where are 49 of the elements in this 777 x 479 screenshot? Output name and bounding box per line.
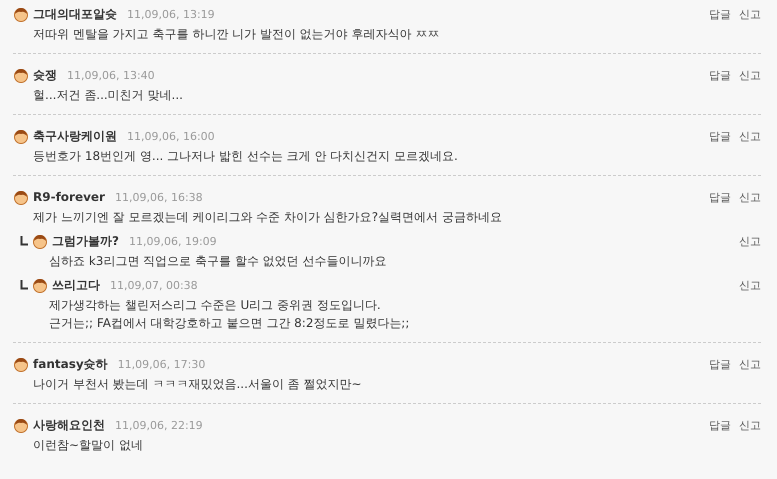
avatar-icon xyxy=(13,356,29,372)
comment-action-link[interactable]: 신고 xyxy=(739,190,761,204)
comment-action-link[interactable]: 답글 xyxy=(709,68,731,82)
avatar-icon xyxy=(13,67,29,83)
comment-date: 11,09,06, 16:38 xyxy=(114,190,203,204)
comment-date: 11,09,06, 16:00 xyxy=(127,130,215,142)
author-name[interactable]: R9-forever xyxy=(33,190,105,204)
comment-text: 헐...저건 좀...미친거 맞네... xyxy=(33,87,184,104)
comment-action-link[interactable]: 답글 xyxy=(709,418,731,432)
comment-action-link[interactable]: 답글 xyxy=(709,190,731,204)
author-name[interactable]: 사랑해요인천 xyxy=(33,416,105,434)
avatar-icon xyxy=(13,6,29,22)
comment-action-link[interactable]: 신고 xyxy=(739,128,761,144)
author-name[interactable]: 축구사랑케이원 xyxy=(33,128,117,144)
comment-text: 이런참~할말이 없네 xyxy=(33,437,144,454)
comment-action-link[interactable]: 신고 xyxy=(739,234,761,248)
comment-date: 11,09,06, 13:19 xyxy=(127,8,215,20)
author-name[interactable]: fantasy슛하 xyxy=(33,356,108,372)
comment-text: 근거는;; FA컵에서 대학강호하고 붙으면 그간 8:2정도로 밀렸다는;; xyxy=(49,315,410,332)
comment-action-link[interactable]: 신고 xyxy=(739,418,761,432)
comment-text: 제가 느끼기엔 잘 모르겠는데 케이리그와 수준 차이가 심한가요?실력면에서 궁금하네요 xyxy=(33,209,503,226)
comment-date: 11,09,06, 19:09 xyxy=(128,234,217,248)
avatar-icon xyxy=(13,189,29,205)
comment-date: 11,09,06, 13:40 xyxy=(67,68,155,82)
comment-date: 11,09,06, 22:19 xyxy=(115,418,203,432)
comment-action-link[interactable]: 신고 xyxy=(739,278,761,292)
comment-action-link[interactable]: 신고 xyxy=(739,68,761,82)
comment-action-link[interactable]: 답글 xyxy=(709,128,731,144)
comment-date: 11,09,07, 00:38 xyxy=(110,278,198,292)
comment-text: 등번호가 18번인게 영... 그나저나 밟힌 선수는 크게 안 다치신건지 모르겠네요. xyxy=(33,148,459,165)
avatar-icon xyxy=(13,128,29,144)
author-name[interactable]: 그대의대포알슛 xyxy=(33,6,117,22)
comment-action-link[interactable]: 답글 xyxy=(709,356,731,372)
reply-corner-icon xyxy=(20,236,28,246)
comment-date: 11,09,06, 17:30 xyxy=(118,358,206,370)
avatar-icon xyxy=(13,417,29,433)
avatar-icon xyxy=(32,277,48,293)
avatar-icon xyxy=(32,233,48,249)
comment-action-link[interactable]: 답글 xyxy=(709,6,731,22)
author-name[interactable]: 그럼가볼까? xyxy=(52,232,119,250)
comment-action-link[interactable]: 신고 xyxy=(739,6,761,22)
reply-corner-icon xyxy=(20,280,28,290)
author-name[interactable]: 쓰리고다 xyxy=(52,276,100,294)
comment-text: 나이거 부천서 봤는데 ㅋㅋㅋ재밌었음...서울이 좀 쩔었지만~ xyxy=(33,376,363,393)
comment-text: 심하죠 k3리그면 직업으로 축구를 할수 없었던 선수들이니까요 xyxy=(49,253,388,270)
comment-action-link[interactable]: 신고 xyxy=(739,356,761,372)
author-name[interactable]: 슛쟁 xyxy=(33,66,57,84)
comment-text: 제가생각하는 챌린저스리그 수준은 U리그 중위권 정도입니다. xyxy=(49,297,382,314)
comment-text: 저따위 멘탈을 가지고 축구를 하니깐 니가 발전이 없는거야 후레자식아 ㅉㅉ xyxy=(33,26,440,43)
